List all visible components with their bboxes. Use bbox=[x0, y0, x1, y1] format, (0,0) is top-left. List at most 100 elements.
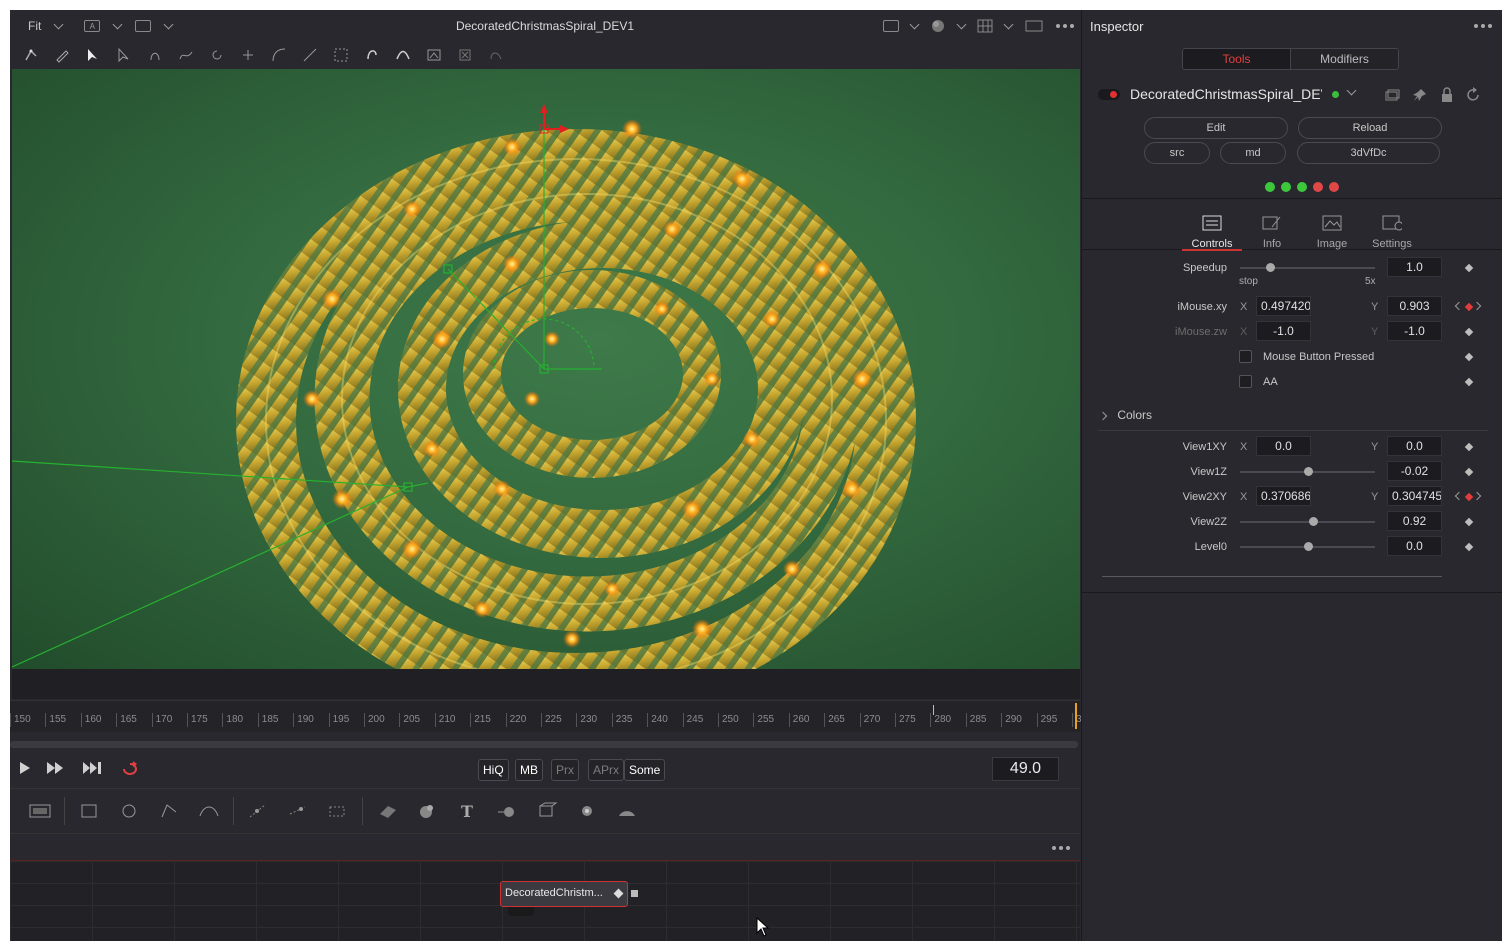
node-editor[interactable]: DecoratedChristm... bbox=[10, 860, 1080, 941]
transform-box-icon[interactable] bbox=[330, 45, 352, 65]
node-menu-icon[interactable] bbox=[1052, 846, 1070, 850]
version-icon[interactable] bbox=[1384, 88, 1400, 102]
viewer-menu-icon[interactable] bbox=[1056, 24, 1074, 28]
next-key-icon[interactable] bbox=[1472, 491, 1482, 501]
reload-button[interactable]: Reload bbox=[1298, 117, 1442, 139]
reverse-spline-icon[interactable] bbox=[361, 45, 383, 65]
timeline-scrollbar[interactable] bbox=[10, 741, 1078, 748]
chevron-down-icon[interactable] bbox=[1346, 85, 1357, 96]
chevron-down-icon[interactable] bbox=[1003, 19, 1014, 29]
keyframe-icon[interactable] bbox=[1464, 467, 1474, 477]
view2-y-field[interactable]: 0.304745 bbox=[1387, 486, 1442, 506]
particle-render-icon[interactable] bbox=[278, 796, 318, 826]
keyframe-icon[interactable] bbox=[1464, 263, 1474, 273]
edit-button[interactable]: Edit bbox=[1144, 117, 1288, 139]
smooth-icon[interactable] bbox=[268, 45, 290, 65]
fit-dropdown[interactable]: Fit bbox=[10, 19, 64, 33]
tab-settings[interactable]: Settings bbox=[1362, 199, 1422, 251]
prev-key-icon[interactable] bbox=[1454, 491, 1464, 501]
polyline-icon[interactable] bbox=[20, 45, 42, 65]
hiq-button[interactable]: HiQ bbox=[478, 759, 509, 781]
aspect-icon[interactable] bbox=[1024, 19, 1044, 33]
rectangle-mask-icon[interactable] bbox=[69, 796, 109, 826]
md-button[interactable]: md bbox=[1220, 142, 1286, 164]
node-input-ports[interactable] bbox=[508, 907, 534, 916]
keyframe-icon[interactable] bbox=[1464, 327, 1474, 337]
next-key-icon[interactable] bbox=[1472, 301, 1482, 311]
some-button[interactable]: Some bbox=[624, 759, 666, 781]
viewer-canvas[interactable] bbox=[12, 69, 1080, 669]
keyframe-icon[interactable] bbox=[1464, 302, 1474, 312]
loop-icon[interactable] bbox=[120, 761, 142, 777]
skip-end-icon[interactable] bbox=[82, 761, 104, 775]
freehand-icon[interactable] bbox=[175, 45, 197, 65]
speedup-value[interactable]: 1.0 bbox=[1387, 257, 1442, 277]
tab-controls[interactable]: Controls bbox=[1182, 199, 1242, 251]
pin-icon[interactable] bbox=[1412, 87, 1428, 103]
keyframe-icon[interactable] bbox=[1464, 492, 1474, 502]
mouse-pressed-checkbox[interactable] bbox=[1239, 350, 1252, 363]
lock-points-icon[interactable] bbox=[144, 45, 166, 65]
particle-source-icon[interactable] bbox=[318, 796, 358, 826]
view2z-value[interactable]: 0.92 bbox=[1387, 511, 1442, 531]
delete-points-icon[interactable] bbox=[454, 45, 476, 65]
show-key-icon[interactable] bbox=[423, 45, 445, 65]
play-icon[interactable] bbox=[18, 761, 32, 775]
imouse-y-field[interactable]: 0.903 bbox=[1387, 296, 1442, 316]
reset-icon[interactable] bbox=[1466, 87, 1482, 103]
add-point-icon[interactable] bbox=[237, 45, 259, 65]
render3d-icon[interactable] bbox=[567, 796, 607, 826]
view1z-slider-knob[interactable] bbox=[1303, 467, 1313, 476]
inspector-menu-icon[interactable] bbox=[1474, 24, 1492, 28]
speedup-slider-knob[interactable] bbox=[1265, 263, 1275, 272]
prx-button[interactable]: Prx bbox=[551, 759, 579, 781]
lock-icon[interactable] bbox=[1440, 87, 1454, 103]
pencil-icon[interactable] bbox=[51, 45, 73, 65]
node-output-port[interactable] bbox=[631, 890, 638, 897]
keyframe-icon[interactable] bbox=[1464, 542, 1474, 552]
channel-dropdown[interactable]: A bbox=[62, 19, 123, 32]
select-point-icon[interactable] bbox=[82, 45, 104, 65]
mb-button[interactable]: MB bbox=[515, 759, 543, 781]
tab-tools[interactable]: Tools bbox=[1183, 49, 1290, 69]
keyframe-icon[interactable] bbox=[1464, 442, 1474, 452]
aprx-button[interactable]: APrx bbox=[588, 759, 625, 781]
grid-icon[interactable] bbox=[977, 19, 993, 33]
speedup-slider[interactable] bbox=[1240, 267, 1375, 269]
view1-y-field[interactable]: 0.0 bbox=[1387, 436, 1442, 456]
select-all-icon[interactable] bbox=[113, 45, 135, 65]
chevron-down-icon[interactable] bbox=[956, 19, 967, 29]
tool-enable-toggle[interactable] bbox=[1098, 89, 1120, 100]
view2z-slider[interactable] bbox=[1240, 521, 1375, 523]
view2-x-field[interactable]: 0.370686 bbox=[1256, 486, 1311, 506]
particle-emitter-icon[interactable] bbox=[238, 796, 278, 826]
keyframe-icon[interactable] bbox=[1464, 517, 1474, 527]
view1-x-field[interactable]: 0.0 bbox=[1256, 436, 1311, 456]
background-icon[interactable] bbox=[20, 796, 60, 826]
linear-icon[interactable] bbox=[299, 45, 321, 65]
lut-icon[interactable] bbox=[883, 20, 899, 32]
rotate-icon[interactable] bbox=[206, 45, 228, 65]
shader-node[interactable]: DecoratedChristm... bbox=[500, 881, 628, 907]
transform-gizmo[interactable] bbox=[539, 104, 569, 134]
playhead[interactable] bbox=[1075, 703, 1077, 729]
imouse-w-field[interactable]: -1.0 bbox=[1387, 321, 1442, 341]
id-button[interactable]: 3dVfDc bbox=[1297, 142, 1440, 164]
imouse-x-field[interactable]: 0.497420 bbox=[1256, 296, 1311, 316]
keyframe-icon[interactable] bbox=[1464, 352, 1474, 362]
tab-image[interactable]: Image bbox=[1302, 199, 1362, 251]
view2z-slider-knob[interactable] bbox=[1308, 517, 1318, 526]
view1z-value[interactable]: -0.02 bbox=[1387, 461, 1442, 481]
camera3d-icon[interactable] bbox=[527, 796, 567, 826]
ellipse-mask-icon[interactable] bbox=[109, 796, 149, 826]
current-frame-field[interactable]: 49.0 bbox=[992, 757, 1059, 781]
aa-checkbox[interactable] bbox=[1239, 375, 1252, 388]
text3d-icon[interactable]: T bbox=[447, 796, 487, 826]
polygon-mask-icon[interactable] bbox=[149, 796, 189, 826]
tab-modifiers[interactable]: Modifiers bbox=[1290, 49, 1398, 69]
reduce-points-icon[interactable] bbox=[392, 45, 414, 65]
view-dropdown[interactable] bbox=[121, 19, 174, 32]
bspline-mask-icon[interactable] bbox=[189, 796, 229, 826]
prev-key-icon[interactable] bbox=[1454, 301, 1464, 311]
color-wheel-icon[interactable] bbox=[930, 18, 946, 34]
